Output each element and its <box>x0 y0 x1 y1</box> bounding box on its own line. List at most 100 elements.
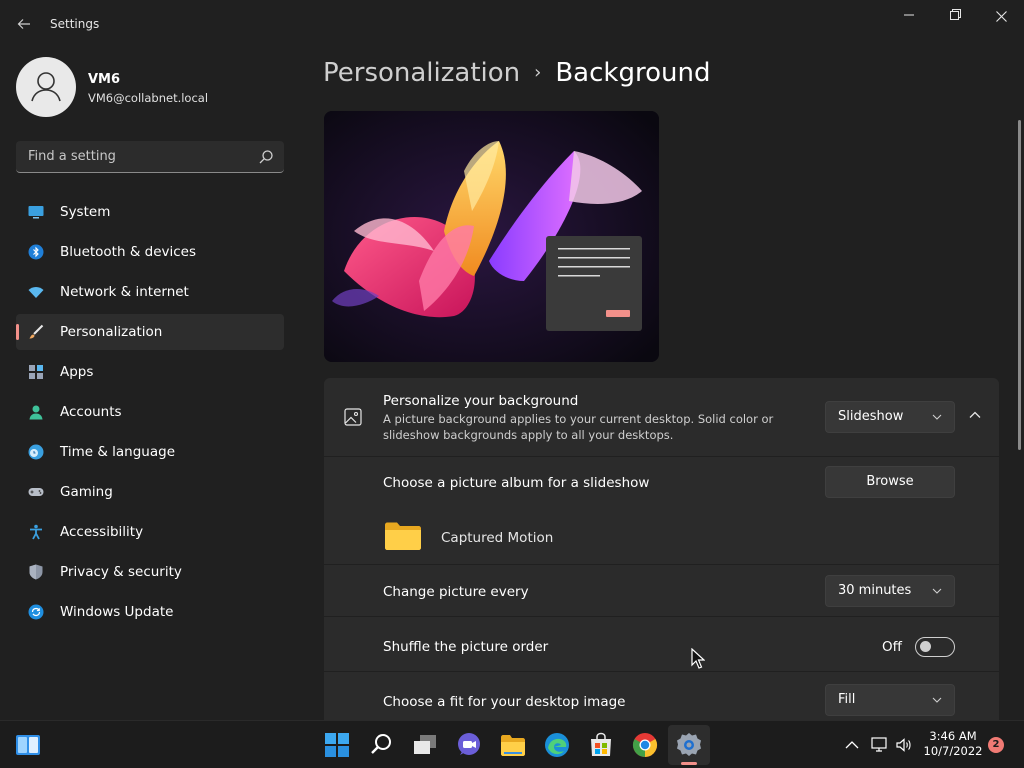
widgets-icon[interactable] <box>14 731 42 759</box>
sidebar-item-bluetooth[interactable]: Bluetooth & devices <box>16 234 284 270</box>
title-bar: Settings <box>0 0 1024 48</box>
app-title: Settings <box>50 17 100 31</box>
folder-icon[interactable] <box>384 521 422 551</box>
slideshow-album-section: Choose a picture album for a slideshow B… <box>324 457 999 564</box>
sidebar-item-privacy[interactable]: Privacy & security <box>16 554 284 590</box>
page-title: Background <box>555 58 711 88</box>
chevron-up-icon <box>969 411 981 418</box>
browse-button[interactable]: Browse <box>825 466 955 498</box>
back-button[interactable] <box>14 14 34 34</box>
desktop-fit-section: Choose a fit for your desktop image Fill <box>324 672 999 720</box>
maximize-icon <box>949 9 961 20</box>
clock-date: 10/7/2022 <box>923 744 983 758</box>
clock-time: 3:46 AM <box>929 729 977 743</box>
sidebar-item-label: Personalization <box>60 324 163 340</box>
change-interval-dropdown[interactable]: 30 minutes <box>825 575 955 607</box>
desktop-preview <box>324 111 659 362</box>
store-icon[interactable] <box>587 731 615 759</box>
system-icon <box>28 206 44 219</box>
edge-icon[interactable] <box>543 731 571 759</box>
chrome-icon[interactable] <box>631 731 659 759</box>
picture-icon <box>344 408 362 426</box>
volume-icon[interactable] <box>895 736 913 754</box>
sidebar-item-windows-update[interactable]: Windows Update <box>16 594 284 630</box>
user-email: VM6@collabnet.local <box>88 91 209 105</box>
search-icon[interactable] <box>367 731 395 759</box>
user-icon <box>31 72 61 102</box>
scrollbar[interactable] <box>1018 120 1021 450</box>
user-name: VM6 <box>88 72 121 87</box>
search-input[interactable] <box>26 141 246 172</box>
sidebar-item-label: Gaming <box>60 484 113 500</box>
collapse-button[interactable] <box>964 404 986 426</box>
taskbar-clock[interactable]: 3:46 AM 10/7/2022 <box>920 729 986 759</box>
close-icon <box>995 11 1007 22</box>
sidebar-item-time-language[interactable]: Time & language <box>16 434 284 470</box>
search-box[interactable] <box>16 141 284 173</box>
start-icon[interactable] <box>323 731 351 759</box>
minimize-button[interactable] <box>886 6 932 28</box>
back-arrow-icon <box>17 19 30 29</box>
album-folder-name[interactable]: Captured Motion <box>441 530 553 546</box>
accessibility-icon <box>30 524 42 540</box>
gamepad-icon <box>28 488 44 496</box>
taskbar: 3:46 AM 10/7/2022 2 <box>0 720 1024 768</box>
sidebar-item-label: Time & language <box>60 444 176 460</box>
brush-icon <box>29 324 44 339</box>
sidebar-item-apps[interactable]: Apps <box>16 354 284 390</box>
sidebar-item-network[interactable]: Network & internet <box>16 274 284 310</box>
sidebar-item-personalization[interactable]: Personalization <box>16 314 284 350</box>
personalize-background-card: Personalize your background A picture ba… <box>324 378 999 456</box>
sidebar-item-label: Network & internet <box>60 284 189 300</box>
shield-icon <box>29 564 43 580</box>
sidebar-item-accessibility[interactable]: Accessibility <box>16 514 284 550</box>
fit-dropdown[interactable]: Fill <box>825 684 955 716</box>
avatar[interactable] <box>16 57 76 117</box>
background-type-dropdown[interactable]: Slideshow <box>825 401 955 433</box>
close-button[interactable] <box>978 6 1024 28</box>
breadcrumb-separator: › <box>534 62 542 83</box>
clock-globe-icon <box>28 444 44 460</box>
search-icon[interactable] <box>258 149 274 165</box>
change-interval-value: 30 minutes <box>838 583 912 598</box>
mouse-cursor-icon <box>691 648 705 669</box>
chevron-down-icon <box>932 414 942 420</box>
shuffle-state: Off <box>882 639 902 655</box>
chevron-up-icon[interactable] <box>843 736 861 754</box>
sidebar-item-accounts[interactable]: Accounts <box>16 394 284 430</box>
sidebar-item-gaming[interactable]: Gaming <box>16 474 284 510</box>
file-explorer-icon[interactable] <box>499 731 527 759</box>
update-icon <box>28 604 44 620</box>
chat-icon[interactable] <box>455 731 483 759</box>
fit-label: Choose a fit for your desktop image <box>383 694 626 710</box>
fit-value: Fill <box>838 692 856 707</box>
minimize-icon <box>904 14 914 16</box>
toggle-knob <box>920 641 931 652</box>
shuffle-toggle[interactable] <box>915 637 955 657</box>
background-type-value: Slideshow <box>838 409 904 424</box>
network-icon[interactable] <box>870 736 888 754</box>
change-picture-interval-section: Change picture every 30 minutes <box>324 565 999 616</box>
sidebar-item-label: Apps <box>60 364 94 380</box>
settings-icon[interactable] <box>675 731 703 759</box>
apps-icon <box>29 365 43 379</box>
album-label: Choose a picture album for a slideshow <box>383 475 650 491</box>
sidebar-item-label: System <box>60 204 111 220</box>
change-interval-label: Change picture every <box>383 584 529 600</box>
breadcrumb-parent[interactable]: Personalization <box>323 58 520 88</box>
sidebar-item-label: Windows Update <box>60 604 174 620</box>
personalize-background-description: A picture background applies to your cur… <box>383 412 774 442</box>
sidebar-item-label: Accessibility <box>60 524 144 540</box>
bluetooth-icon <box>28 244 44 260</box>
sidebar-item-label: Accounts <box>60 404 122 420</box>
task-view-icon[interactable] <box>411 731 439 759</box>
chevron-down-icon <box>932 697 942 703</box>
notification-badge[interactable]: 2 <box>988 737 1004 753</box>
sidebar-nav: System Bluetooth & devices Network & int… <box>16 194 284 634</box>
personalize-background-title: Personalize your background <box>383 393 579 409</box>
restore-button[interactable] <box>932 6 978 28</box>
breadcrumb: Personalization › Background <box>323 58 710 94</box>
accounts-icon <box>29 405 43 420</box>
sidebar-item-system[interactable]: System <box>16 194 284 230</box>
shuffle-order-section: Shuffle the picture order Off <box>324 617 999 671</box>
